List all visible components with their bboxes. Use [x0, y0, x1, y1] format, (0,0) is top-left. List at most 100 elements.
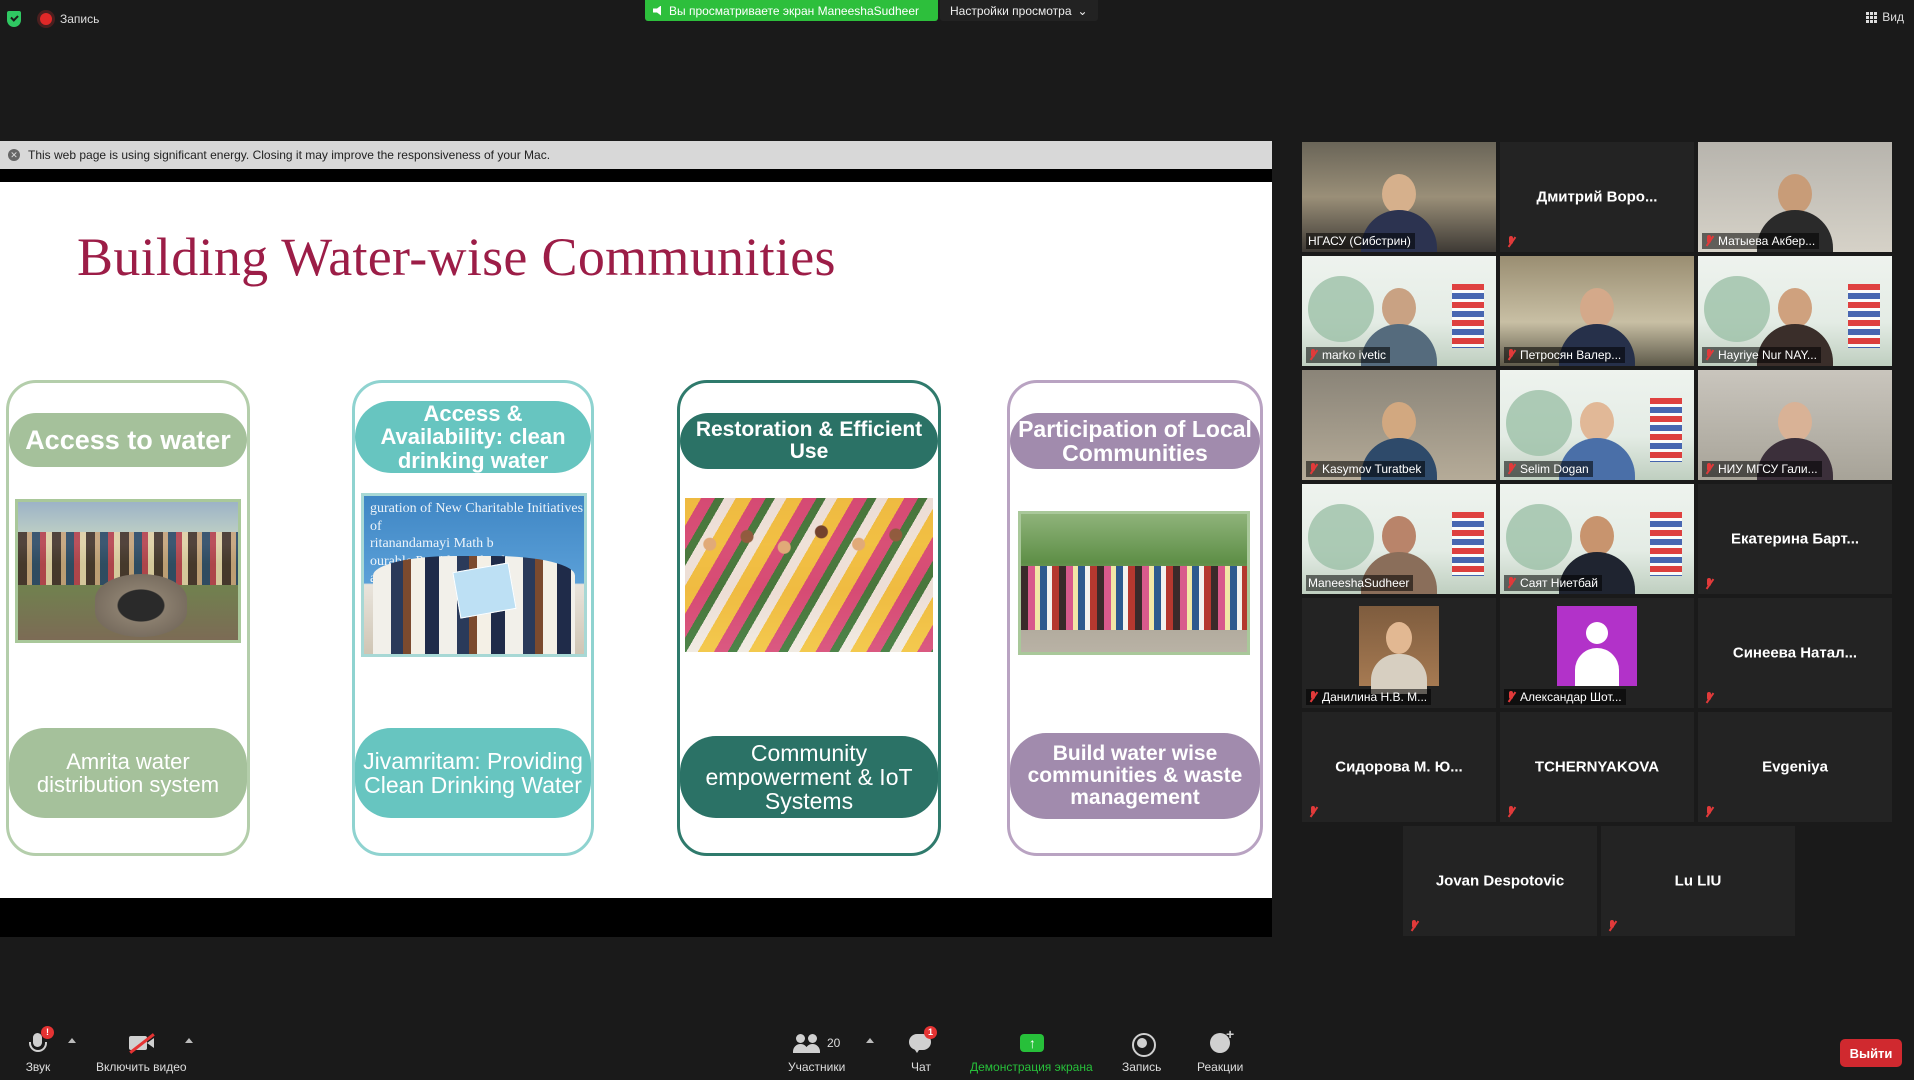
photo-village-well: [15, 499, 241, 643]
column-caption: Community empowerment & IoT Systems: [680, 736, 938, 818]
participant-tile[interactable]: TCHERNYAKOVA: [1500, 712, 1694, 822]
column-participation: Participation of Local Communities Build…: [1007, 380, 1263, 856]
participant-tile[interactable]: Сидорова М. Ю...: [1302, 712, 1496, 822]
photo-well: [95, 573, 188, 638]
participant-tile[interactable]: Kasymov Turatbek: [1302, 370, 1496, 480]
close-icon[interactable]: ✕: [8, 149, 20, 161]
mic-muted-icon: [1704, 349, 1714, 361]
participant-tile[interactable]: Дмитрий Воро...: [1500, 142, 1694, 252]
column-caption: Amrita water distribution system: [9, 728, 247, 818]
participants-options-caret-icon[interactable]: [866, 1038, 874, 1043]
record-icon: [1128, 1032, 1156, 1057]
participants-icon-group: 20: [792, 1032, 840, 1054]
participant-label: НИУ МГСУ Гали...: [1702, 461, 1822, 477]
photo-crowd: [685, 498, 933, 652]
participant-name: Evgeniya: [1762, 758, 1828, 776]
participant-name: Дмитрий Воро...: [1536, 188, 1658, 206]
participant-tile[interactable]: НИУ МГСУ Гали...: [1698, 370, 1892, 480]
avatar: [1557, 606, 1637, 686]
participant-tile[interactable]: Петросян Валер...: [1500, 256, 1694, 366]
reactions-label: Реакции: [1197, 1060, 1244, 1074]
participant-tile-active-speaker[interactable]: ManeeshaSudheer: [1302, 484, 1496, 594]
participant-name: Lu LIU: [1674, 872, 1722, 890]
participant-tile[interactable]: Evgeniya: [1698, 712, 1892, 822]
participant-name: Саят Ниетбай: [1520, 576, 1598, 590]
mic-muted-icon: [1308, 691, 1318, 703]
participant-tile[interactable]: Selim Dogan: [1500, 370, 1694, 480]
participant-name: Kasymov Turatbek: [1322, 462, 1422, 476]
mic-muted-icon: [1607, 920, 1617, 932]
flags-background: [1650, 398, 1682, 462]
reactions-button[interactable]: Реакции: [1197, 1026, 1244, 1074]
participant-label: marko ivetic: [1306, 347, 1391, 363]
column-caption: Jivamritam: Providing Clean Drinking Wat…: [355, 728, 591, 818]
view-layout-button[interactable]: Вид: [1866, 10, 1904, 24]
participant-name: Александар Шот...: [1520, 690, 1622, 704]
browser-energy-notice: ✕ This web page is using significant ene…: [0, 141, 1272, 169]
column-restoration: Restoration & Efficient Use Community em…: [677, 380, 941, 856]
participant-tile[interactable]: Екатерина Барт...: [1698, 484, 1892, 594]
participant-name: Екатерина Барт...: [1730, 530, 1860, 548]
participant-label: [1306, 805, 1322, 819]
view-layout-label: Вид: [1882, 10, 1904, 24]
video-options-caret-icon[interactable]: [185, 1038, 193, 1043]
viewing-screen-text: Вы просматриваете экран ManeeshaSudheer: [669, 3, 919, 18]
column-caption: Build water wise communities & waste man…: [1010, 733, 1260, 819]
participant-name: ManeeshaSudheer: [1308, 576, 1410, 590]
view-options-label: Настройки просмотра: [950, 3, 1072, 18]
participants-icon: [792, 1032, 821, 1054]
participant-tile[interactable]: Данилина Н.В. М...: [1302, 598, 1496, 708]
view-options-button[interactable]: Настройки просмотра ⌄: [940, 0, 1098, 21]
leave-meeting-button[interactable]: Выйти: [1840, 1039, 1902, 1067]
participant-label: [1702, 805, 1718, 819]
participant-name: Синеева Натал...: [1732, 644, 1858, 662]
participant-label: Selim Dogan: [1504, 461, 1593, 477]
participant-label: Данилина Н.В. М...: [1306, 689, 1432, 705]
audio-label: Звук: [25, 1060, 51, 1074]
participant-label: [1605, 919, 1621, 933]
participant-tile[interactable]: Александар Шот...: [1500, 598, 1694, 708]
participant-tile[interactable]: Синеева Натал...: [1698, 598, 1892, 708]
viewing-screen-badge: Вы просматриваете экран ManeeshaSudheer: [645, 0, 938, 21]
video-camera-off-icon: [127, 1032, 156, 1054]
record-button[interactable]: Запись: [1122, 1032, 1161, 1074]
audio-button[interactable]: ! Звук: [24, 1026, 54, 1074]
participant-tile[interactable]: НГАСУ (Сибстрин): [1302, 142, 1496, 252]
chat-unread-badge: 1: [924, 1026, 937, 1039]
chat-button[interactable]: 1 Чат: [907, 1026, 937, 1074]
participant-tile[interactable]: Hayriye Nur NAY...: [1698, 256, 1892, 366]
audio-options-caret-icon[interactable]: [68, 1038, 76, 1043]
photo-crowd: [1021, 566, 1247, 630]
participant-tile[interactable]: marko ivetic: [1302, 256, 1496, 366]
mic-muted-icon: [1308, 806, 1318, 818]
share-screen-button[interactable]: Демонстрация экрана: [970, 1032, 1093, 1074]
participant-label: Петросян Валер...: [1504, 347, 1626, 363]
avatar: [1359, 606, 1439, 694]
photo-certificate-ceremony: guration of New Charitable Initiatives o…: [361, 493, 587, 657]
participant-label: [1504, 805, 1520, 819]
participant-label: Матыева Акбер...: [1702, 233, 1820, 249]
start-video-button[interactable]: Включить видео: [96, 1032, 187, 1074]
participants-button[interactable]: 20 Участники: [788, 1032, 845, 1074]
participant-label: [1504, 235, 1520, 249]
participant-tile[interactable]: Матыева Акбер...: [1698, 142, 1892, 252]
speaker-icon: [653, 5, 661, 16]
participants-label: Участники: [788, 1060, 846, 1074]
photo-local-community-group: [1018, 511, 1250, 655]
security-shield-icon[interactable]: [7, 11, 21, 27]
column-heading: Participation of Local Communities: [1010, 413, 1260, 469]
participant-label: ManeeshaSudheer: [1306, 575, 1414, 591]
mic-muted-icon: [1506, 806, 1516, 818]
participant-tile[interactable]: Jovan Despotovic: [1403, 826, 1597, 936]
participant-label: Александар Шот...: [1504, 689, 1626, 705]
column-heading: Access to water: [9, 413, 247, 467]
share-screen-label: Демонстрация экрана: [970, 1060, 1093, 1074]
participant-label: Hayriye Nur NAY...: [1702, 347, 1821, 363]
participant-label: [1702, 691, 1718, 705]
recording-label: Запись: [60, 12, 100, 26]
recording-indicator[interactable]: Запись: [40, 12, 99, 26]
participant-name: Петросян Валер...: [1520, 348, 1622, 362]
participant-label: Саят Ниетбай: [1504, 575, 1602, 591]
participant-tile[interactable]: Саят Ниетбай: [1500, 484, 1694, 594]
participant-tile[interactable]: Lu LIU: [1601, 826, 1795, 936]
